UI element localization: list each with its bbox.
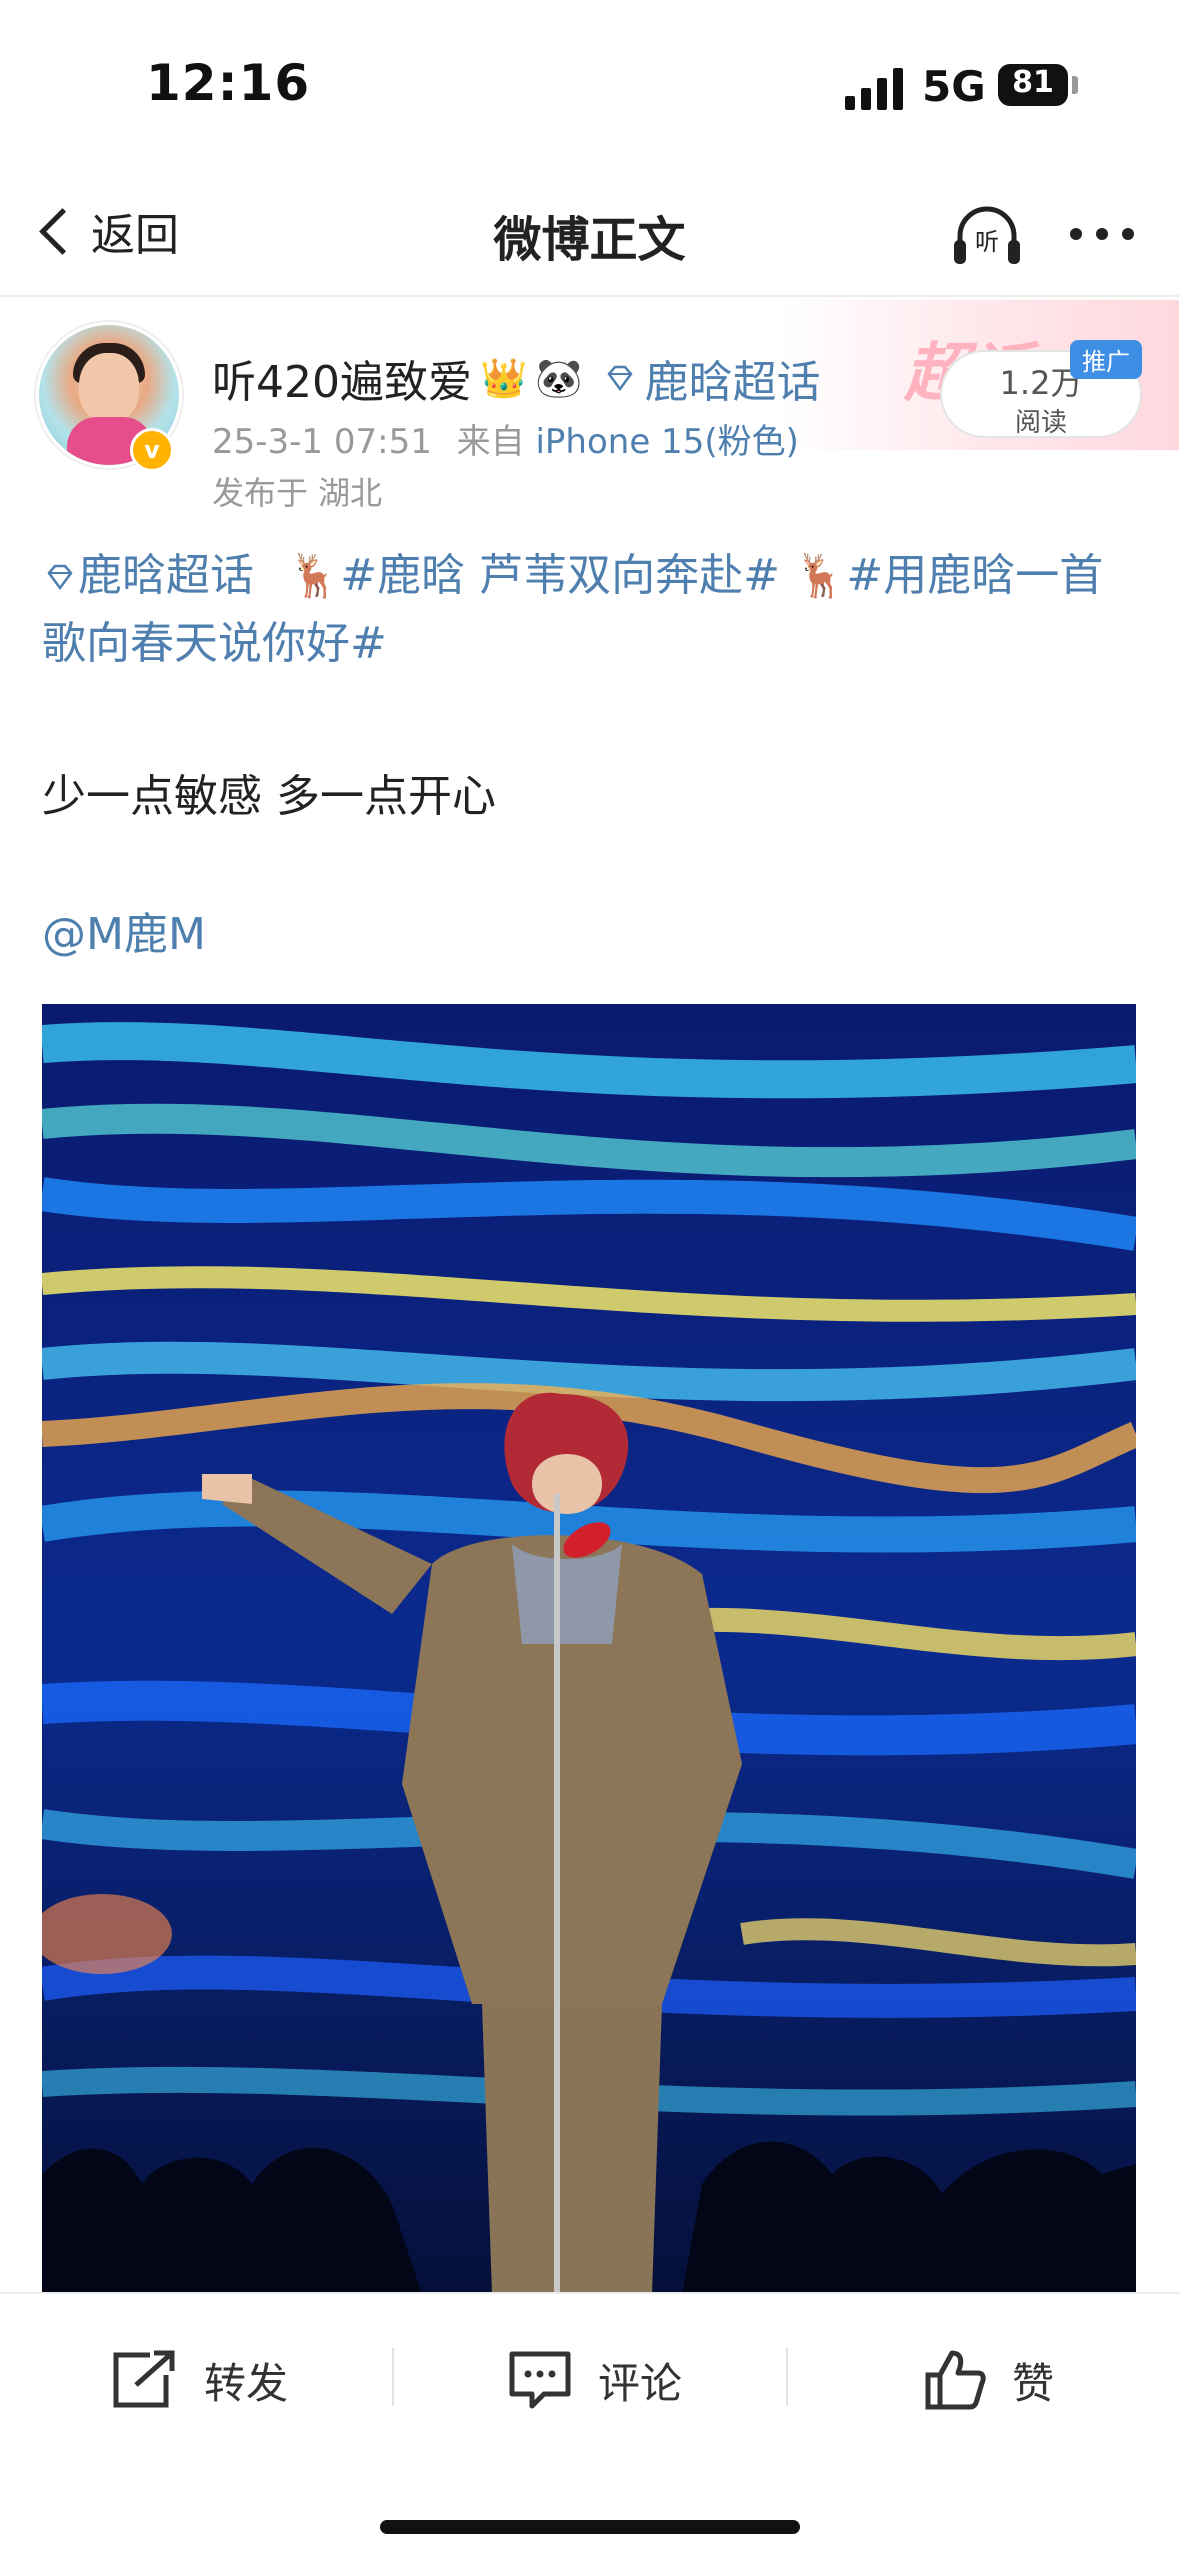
comment-icon xyxy=(509,2351,571,2409)
post-header: 超话 v 听420遍致爱 👑 🐼 鹿晗超话 25-3-1 07:51 来自 iP… xyxy=(0,300,1179,520)
promo-badge: 推广 xyxy=(1070,340,1142,379)
listen-button[interactable]: 听 xyxy=(950,200,1024,270)
concert-photo xyxy=(42,1004,1136,2294)
battery-tip xyxy=(1072,76,1078,94)
verified-badge-icon: v xyxy=(130,428,174,472)
super-topic-link[interactable]: 鹿晗超话 xyxy=(645,346,821,410)
mention-link[interactable]: @M鹿M xyxy=(42,898,206,962)
source-device[interactable]: iPhone 15(粉色) xyxy=(535,422,798,462)
crown-badge-icon: 👑 xyxy=(479,355,528,400)
post-meta: 25-3-1 07:51 来自 iPhone 15(粉色) xyxy=(212,414,799,463)
post-tags: 鹿晗超话 🦌#鹿晗 芦苇双向奔赴# 🦌#用鹿晗一首歌向春天说你好# xyxy=(42,542,1142,678)
status-bar: 12:16 5G 81 xyxy=(0,0,1179,170)
share-icon xyxy=(113,2350,175,2408)
tag-super-topic[interactable]: 鹿晗超话 xyxy=(78,550,254,601)
repost-label: 转发 xyxy=(204,2358,289,2408)
divider xyxy=(786,2348,788,2406)
repost-button[interactable]: 转发 xyxy=(110,2340,288,2420)
nav-bar: 返回 微博正文 听 xyxy=(0,170,1179,297)
post-body: 少一点敏感 多一点开心 xyxy=(42,771,496,822)
like-button[interactable]: 赞 xyxy=(922,2340,1054,2420)
more-button[interactable] xyxy=(1068,220,1138,250)
username[interactable]: 听420遍致爱 xyxy=(212,346,472,410)
panda-badge-icon: 🐼 xyxy=(535,355,583,400)
network-label: 5G xyxy=(922,62,986,111)
listen-label: 听 xyxy=(975,228,999,256)
headphones-icon: 听 xyxy=(954,206,1020,264)
action-bar: 转发 评论 赞 xyxy=(0,2292,1179,2558)
tag-hashtag[interactable]: #鹿晗 芦苇双向奔赴# xyxy=(340,550,780,601)
reads-label: 阅读 xyxy=(1014,408,1067,438)
diamond-icon xyxy=(47,564,73,591)
source-prefix: 来自 xyxy=(456,422,525,462)
status-time: 12:16 xyxy=(146,54,311,112)
post-image[interactable] xyxy=(42,1004,1136,2294)
battery-icon: 81 xyxy=(998,64,1068,106)
username-row: 听420遍致爱 👑 🐼 鹿晗超话 xyxy=(212,346,821,410)
signal-icon xyxy=(845,66,907,110)
post-timestamp: 25-3-1 07:51 xyxy=(212,422,432,462)
post-location: 发布于 湖北 xyxy=(212,474,383,512)
divider xyxy=(392,2348,394,2406)
deer-emoji-icon: 🦌 xyxy=(794,551,847,600)
comment-button[interactable]: 评论 xyxy=(506,2340,682,2420)
comment-label: 评论 xyxy=(598,2358,683,2408)
diamond-icon xyxy=(607,365,633,392)
deer-emoji-icon: 🦌 xyxy=(288,551,341,600)
thumbs-up-icon xyxy=(925,2350,986,2410)
battery-level: 81 xyxy=(1012,65,1054,100)
home-indicator xyxy=(380,2520,800,2534)
like-label: 赞 xyxy=(1012,2358,1055,2408)
